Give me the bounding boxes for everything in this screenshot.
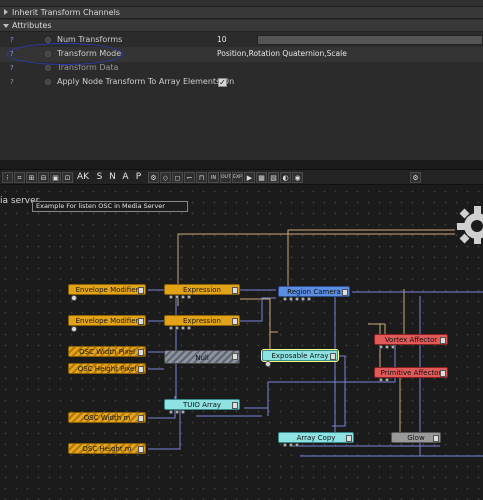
- vortex-affector-node[interactable]: Vortex Affector: [374, 334, 448, 349]
- node-ports[interactable]: [283, 443, 299, 448]
- tool-button[interactable]: ⊓: [196, 172, 207, 183]
- toolbar-button[interactable]: ⌗: [14, 172, 25, 183]
- node-ports[interactable]: [169, 295, 191, 300]
- node-ports[interactable]: [379, 345, 395, 350]
- node-info-icon[interactable]: [138, 415, 144, 422]
- node-info-icon[interactable]: [433, 435, 439, 442]
- node-info-icon[interactable]: [138, 318, 144, 325]
- exposable-array-node[interactable]: Exposable Array: [261, 349, 339, 367]
- node-info-icon[interactable]: [138, 287, 144, 294]
- expression-node-1[interactable]: Expression: [164, 284, 240, 299]
- node-ports[interactable]: [379, 378, 389, 383]
- attribute-panel: Inherit Transform Channels Attributes ? …: [0, 0, 483, 160]
- node-label: OSC Height m: [82, 445, 132, 453]
- highlight-oval-annotation: [7, 43, 123, 65]
- node-ports[interactable]: [283, 297, 311, 302]
- tool-button[interactable]: ▦: [256, 172, 267, 183]
- section-label: Attributes: [12, 21, 52, 30]
- node-label: Envelope Modifier: [75, 286, 139, 294]
- expand-arrow-icon[interactable]: [4, 9, 8, 15]
- attr-row-apply-node-transform: ? Apply Node Transform To Array Elements…: [0, 75, 483, 90]
- graph-toolbar: ⁝ ⌗ ⊞ ⊟ ▣ ⊡ AK S N A P ⚙ ◇ ◻ ⌐ ⊓ IN OUT …: [0, 169, 483, 185]
- toolbar-button[interactable]: ⊡: [62, 172, 73, 183]
- node-info-icon[interactable]: [138, 366, 144, 373]
- node-plug-icon[interactable]: [71, 295, 77, 301]
- keyframe-dot-icon[interactable]: [45, 79, 51, 85]
- snap-a-button[interactable]: A: [120, 172, 131, 183]
- node-info-icon[interactable]: [330, 353, 336, 360]
- tool-button[interactable]: ◇: [160, 172, 171, 183]
- null-node[interactable]: Null: [164, 350, 240, 364]
- node-label: OSC Width Pixel: [79, 348, 135, 356]
- primitive-affector-node[interactable]: Primitive Affector: [374, 367, 448, 382]
- node-plug-icon[interactable]: [265, 361, 271, 367]
- tool-button[interactable]: ◉: [292, 172, 303, 183]
- transform-mode-dropdown[interactable]: Position,Rotation Quaternion,Scale: [217, 49, 347, 58]
- node-ports[interactable]: [169, 410, 185, 415]
- help-icon[interactable]: ?: [10, 78, 14, 86]
- ak-button[interactable]: AK: [75, 172, 91, 183]
- envelope-modifier-node-1[interactable]: Envelope Modifier: [68, 284, 146, 301]
- node-info-icon[interactable]: [138, 349, 144, 356]
- node-info-icon[interactable]: [232, 353, 238, 360]
- node-label: Exposable Array: [271, 352, 329, 360]
- node-info-icon[interactable]: [440, 370, 446, 377]
- keyframe-dot-icon[interactable]: [45, 65, 51, 71]
- apply-transform-checkbox[interactable]: ✓: [218, 78, 227, 87]
- node-label: OSC Width m: [83, 414, 131, 422]
- attributes-section[interactable]: Attributes: [0, 20, 483, 32]
- node-info-icon[interactable]: [232, 287, 238, 294]
- scale-row-partial: [0, 0, 483, 7]
- node-label: Envelope Modifier: [75, 317, 139, 325]
- node-info-icon[interactable]: [232, 318, 238, 325]
- tool-button[interactable]: ◻: [172, 172, 183, 183]
- toolbar-button[interactable]: ⊟: [38, 172, 49, 183]
- node-graph-canvas[interactable]: ia server Example For listen OSC in Medi…: [0, 186, 483, 500]
- osc-height-pixel-node[interactable]: OSC Height Pixel: [68, 363, 146, 374]
- tuio-array-node[interactable]: TUIO Array: [164, 399, 240, 414]
- snap-p-button[interactable]: P: [133, 172, 144, 183]
- node-info-icon[interactable]: [342, 289, 348, 296]
- settings-gear-icon[interactable]: ⚙: [410, 172, 421, 183]
- tool-button[interactable]: ⚙: [148, 172, 159, 183]
- tool-button[interactable]: ▶: [244, 172, 255, 183]
- node-info-icon[interactable]: [138, 446, 144, 453]
- node-plug-icon[interactable]: [71, 326, 77, 332]
- expression-node-2[interactable]: Expression: [164, 315, 240, 330]
- attr-label: Apply Node Transform To Array Elements O…: [57, 77, 235, 86]
- help-icon[interactable]: ?: [10, 36, 14, 44]
- node-info-icon[interactable]: [346, 435, 352, 442]
- node-info-icon[interactable]: [232, 402, 238, 409]
- tool-out-button[interactable]: OUT: [220, 172, 231, 183]
- snap-s-button[interactable]: S: [94, 172, 105, 183]
- region-camera-node[interactable]: Region Camera: [278, 286, 350, 301]
- num-transforms-value[interactable]: 10: [217, 35, 227, 44]
- node-info-icon[interactable]: [440, 337, 446, 344]
- tool-exp-button[interactable]: EXP: [232, 172, 243, 183]
- tool-button[interactable]: ▧: [268, 172, 279, 183]
- tool-button[interactable]: ⌐: [184, 172, 195, 183]
- glow-node[interactable]: Glow: [391, 432, 441, 443]
- num-transforms-slider[interactable]: [257, 35, 483, 45]
- osc-width-m-node[interactable]: OSC Width m: [68, 412, 146, 423]
- toolbar-button[interactable]: ▣: [50, 172, 61, 183]
- help-icon[interactable]: ?: [10, 64, 14, 72]
- collapse-arrow-icon[interactable]: [3, 24, 9, 28]
- tool-in-button[interactable]: IN: [208, 172, 219, 183]
- osc-width-pixel-node[interactable]: OSC Width Pixel: [68, 346, 146, 357]
- node-ports[interactable]: [169, 326, 191, 331]
- toolbar-button[interactable]: ⁝: [2, 172, 13, 183]
- inherit-transform-section[interactable]: Inherit Transform Channels: [0, 7, 483, 19]
- node-label: Null: [195, 354, 209, 362]
- envelope-modifier-node-2[interactable]: Envelope Modifier: [68, 315, 146, 332]
- toolbar-button[interactable]: ⊞: [26, 172, 37, 183]
- array-copy-node[interactable]: Array Copy: [278, 432, 354, 447]
- section-label: Inherit Transform Channels: [12, 8, 120, 17]
- snap-n-button[interactable]: N: [107, 172, 118, 183]
- tool-button[interactable]: ◐: [280, 172, 291, 183]
- keyframe-dot-icon[interactable]: [45, 37, 51, 43]
- node-label: OSC Height Pixel: [77, 365, 137, 373]
- osc-height-m-node[interactable]: OSC Height m: [68, 443, 146, 454]
